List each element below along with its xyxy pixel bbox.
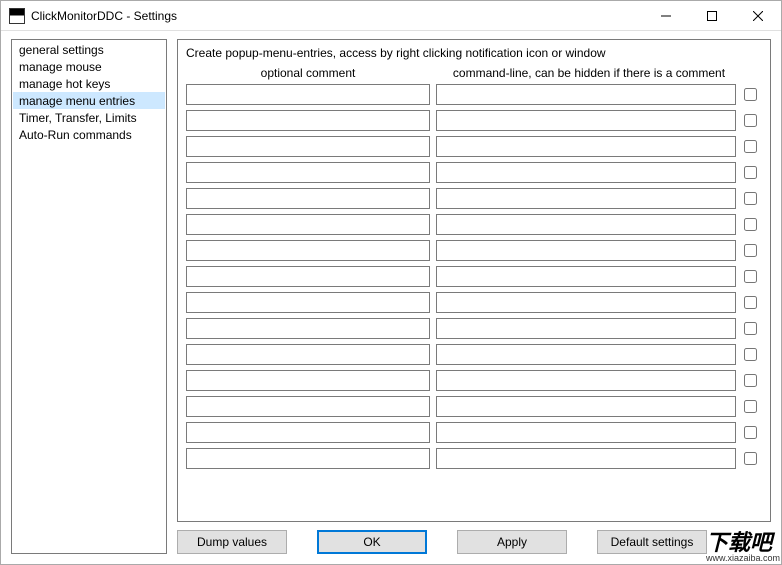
row-checkbox[interactable] <box>744 140 757 153</box>
row-checkbox[interactable] <box>744 348 757 361</box>
comment-input[interactable] <box>186 162 430 183</box>
entry-row <box>186 370 762 391</box>
sidebar-item-timer-transfer-limits[interactable]: Timer, Transfer, Limits <box>13 109 165 126</box>
row-checkbox[interactable] <box>744 296 757 309</box>
row-checkbox[interactable] <box>744 452 757 465</box>
comment-input[interactable] <box>186 448 430 469</box>
minimize-icon <box>661 11 671 21</box>
entry-row <box>186 240 762 261</box>
window-title: ClickMonitorDDC - Settings <box>31 9 643 23</box>
column-header-cmdline: command-line, can be hidden if there is … <box>436 66 742 80</box>
cmdline-input[interactable] <box>436 422 736 443</box>
cmdline-input[interactable] <box>436 370 736 391</box>
entry-row <box>186 448 762 469</box>
default-settings-button[interactable]: Default settings <box>597 530 707 554</box>
entry-row <box>186 162 762 183</box>
comment-input[interactable] <box>186 422 430 443</box>
comment-input[interactable] <box>186 292 430 313</box>
row-checkbox[interactable] <box>744 270 757 283</box>
apply-button[interactable]: Apply <box>457 530 567 554</box>
row-checkbox[interactable] <box>744 400 757 413</box>
content-area: general settingsmanage mousemanage hot k… <box>1 31 781 564</box>
ok-button[interactable]: OK <box>317 530 427 554</box>
cmdline-input[interactable] <box>436 396 736 417</box>
cmdline-input[interactable] <box>436 136 736 157</box>
column-header-comment: optional comment <box>186 66 430 80</box>
minimize-button[interactable] <box>643 1 689 31</box>
entry-row <box>186 136 762 157</box>
maximize-button[interactable] <box>689 1 735 31</box>
entry-row <box>186 188 762 209</box>
entry-row <box>186 318 762 339</box>
entry-rows <box>186 84 762 513</box>
cmdline-input[interactable] <box>436 162 736 183</box>
entry-row <box>186 344 762 365</box>
entry-row <box>186 110 762 131</box>
row-checkbox[interactable] <box>744 374 757 387</box>
cmdline-input[interactable] <box>436 344 736 365</box>
row-checkbox[interactable] <box>744 322 757 335</box>
comment-input[interactable] <box>186 136 430 157</box>
comment-input[interactable] <box>186 396 430 417</box>
entry-row <box>186 266 762 287</box>
comment-input[interactable] <box>186 344 430 365</box>
sidebar-item-auto-run-commands[interactable]: Auto-Run commands <box>13 126 165 143</box>
maximize-icon <box>707 11 717 21</box>
entry-row <box>186 84 762 105</box>
cmdline-input[interactable] <box>436 84 736 105</box>
close-icon <box>753 11 763 21</box>
comment-input[interactable] <box>186 240 430 261</box>
entry-row <box>186 214 762 235</box>
entry-row <box>186 396 762 417</box>
row-checkbox[interactable] <box>744 166 757 179</box>
cmdline-input[interactable] <box>436 318 736 339</box>
comment-input[interactable] <box>186 266 430 287</box>
button-bar: Dump values OK Apply Default settings <box>177 522 771 554</box>
app-icon <box>9 8 25 24</box>
cmdline-input[interactable] <box>436 214 736 235</box>
row-checkbox[interactable] <box>744 244 757 257</box>
close-button[interactable] <box>735 1 781 31</box>
row-checkbox[interactable] <box>744 192 757 205</box>
comment-input[interactable] <box>186 318 430 339</box>
cmdline-input[interactable] <box>436 188 736 209</box>
panel-heading: Create popup-menu-entries, access by rig… <box>186 46 762 60</box>
comment-input[interactable] <box>186 188 430 209</box>
entry-row <box>186 292 762 313</box>
row-checkbox[interactable] <box>744 88 757 101</box>
sidebar-item-manage-mouse[interactable]: manage mouse <box>13 58 165 75</box>
comment-input[interactable] <box>186 214 430 235</box>
cmdline-input[interactable] <box>436 110 736 131</box>
row-checkbox[interactable] <box>744 218 757 231</box>
comment-input[interactable] <box>186 110 430 131</box>
cmdline-input[interactable] <box>436 266 736 287</box>
sidebar-item-manage-menu-entries[interactable]: manage menu entries <box>13 92 165 109</box>
sidebar-nav: general settingsmanage mousemanage hot k… <box>11 39 167 554</box>
sidebar-item-manage-hot-keys[interactable]: manage hot keys <box>13 75 165 92</box>
main-panel: Create popup-menu-entries, access by rig… <box>177 39 771 522</box>
sidebar-item-general-settings[interactable]: general settings <box>13 41 165 58</box>
row-checkbox[interactable] <box>744 114 757 127</box>
title-bar: ClickMonitorDDC - Settings <box>1 1 781 31</box>
row-checkbox[interactable] <box>744 426 757 439</box>
cmdline-input[interactable] <box>436 448 736 469</box>
cmdline-input[interactable] <box>436 240 736 261</box>
comment-input[interactable] <box>186 84 430 105</box>
comment-input[interactable] <box>186 370 430 391</box>
cmdline-input[interactable] <box>436 292 736 313</box>
entry-row <box>186 422 762 443</box>
dump-values-button[interactable]: Dump values <box>177 530 287 554</box>
column-headers: optional comment command-line, can be hi… <box>186 66 762 80</box>
